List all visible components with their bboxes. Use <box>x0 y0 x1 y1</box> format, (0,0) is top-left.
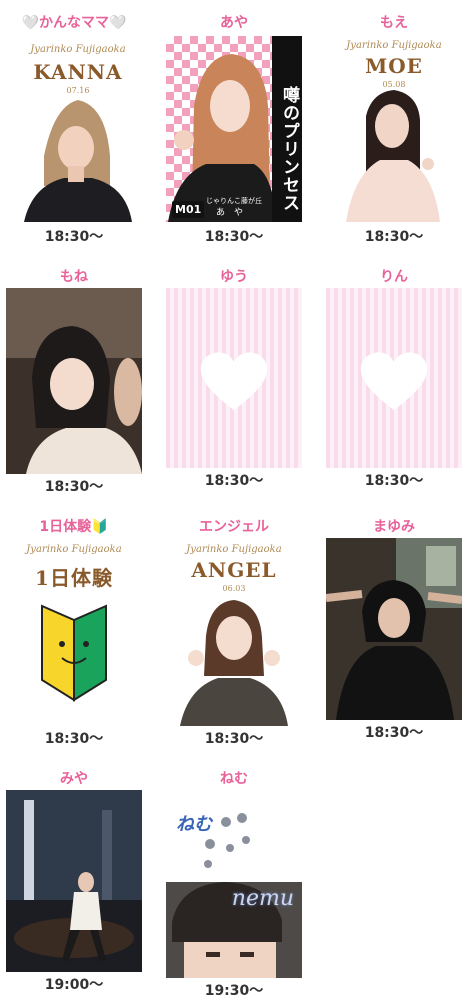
cast-name[interactable]: りん <box>324 266 464 286</box>
portrait-image <box>166 882 302 978</box>
start-time: 18:30〜 <box>204 229 264 245</box>
cast-name[interactable]: エンジェル <box>164 516 304 536</box>
cast-photo[interactable] <box>6 790 142 972</box>
cast-card-aya[interactable]: あや 噂のプリンセス M01 じゃりんこ藤が丘 あ や 18:30〜 <box>164 0 304 250</box>
start-time: 18:30〜 <box>364 229 424 245</box>
portrait-image <box>6 288 142 474</box>
cast-photo[interactable]: Jyarinko Fujigaoka 1日体験 <box>6 540 142 726</box>
cast-photo[interactable]: ねむ nemu <box>166 792 302 978</box>
start-time: 18:30〜 <box>364 473 424 489</box>
princess-banner: 噂のプリンセス <box>272 36 302 222</box>
cast-code-badge: M01 <box>172 201 205 218</box>
heart-icon <box>360 351 428 410</box>
cast-name[interactable]: まゆみ <box>324 516 464 536</box>
cast-name[interactable]: 1日体験🔰 <box>4 516 144 536</box>
cast-card-nemu[interactable]: ねむ ねむ nemu 19:30〜 <box>164 764 304 1000</box>
start-time: 18:30〜 <box>204 731 264 747</box>
start-time: 18:30〜 <box>44 731 104 747</box>
start-time: 18:30〜 <box>44 229 104 245</box>
cast-name[interactable]: あや <box>164 12 304 32</box>
cast-name[interactable]: みや <box>4 768 144 788</box>
portrait-image <box>180 600 288 726</box>
beginner-mark-icon <box>41 604 107 702</box>
cast-card-moe[interactable]: もえ Jyarinko Fujigaoka MOE 05.08 18:30〜 <box>324 0 464 250</box>
cast-card-mone[interactable]: もね 18:30〜 <box>4 258 144 503</box>
portrait-image <box>346 90 440 222</box>
cast-card-kanna[interactable]: 🤍かんなママ🤍 Jyarinko Fujigaoka KANNA 07.16 1… <box>4 0 144 250</box>
cast-photo[interactable] <box>326 538 462 720</box>
portrait-image <box>6 790 142 962</box>
nemu-script: nemu <box>231 886 294 911</box>
cast-card-trial[interactable]: 1日体験🔰 Jyarinko Fujigaoka 1日体験 18:30〜 <box>4 512 144 757</box>
cast-name[interactable]: 🤍かんなママ🤍 <box>4 12 144 32</box>
cast-card-yuu[interactable]: ゆう 18:30〜 <box>164 258 304 503</box>
cast-photo[interactable]: 噂のプリンセス M01 じゃりんこ藤が丘 あ や <box>166 36 302 222</box>
cast-name[interactable]: もえ <box>324 12 464 32</box>
heart-icon <box>200 351 268 410</box>
cast-photo[interactable]: Jyarinko Fujigaoka ANGEL 06.03 <box>166 540 302 726</box>
start-time: 19:00〜 <box>44 977 104 993</box>
portrait-image <box>326 538 462 720</box>
cast-card-rin[interactable]: りん 18:30〜 <box>324 258 464 503</box>
cast-card-mayumi[interactable]: まゆみ 18:30〜 <box>324 512 464 757</box>
start-time: 18:30〜 <box>44 479 104 495</box>
start-time: 18:30〜 <box>364 725 424 741</box>
start-time: 19:30〜 <box>204 983 264 999</box>
cast-card-miya[interactable]: みや 19:00〜 <box>4 764 144 1000</box>
portrait-image <box>24 100 132 222</box>
cast-photo[interactable]: Jyarinko Fujigaoka MOE 05.08 <box>326 36 462 222</box>
cast-photo-placeholder[interactable] <box>326 288 462 468</box>
cast-name[interactable]: ゆう <box>164 266 304 286</box>
start-time: 18:30〜 <box>204 473 264 489</box>
cast-card-angel[interactable]: エンジェル Jyarinko Fujigaoka ANGEL 06.03 18:… <box>164 512 304 757</box>
card-name: あ や <box>216 208 244 218</box>
cast-photo[interactable] <box>6 288 142 474</box>
cast-photo-placeholder[interactable] <box>166 288 302 468</box>
cast-photo[interactable]: Jyarinko Fujigaoka KANNA 07.16 <box>14 36 142 222</box>
cast-name[interactable]: もね <box>4 266 144 286</box>
cast-name[interactable]: ねむ <box>164 768 304 788</box>
